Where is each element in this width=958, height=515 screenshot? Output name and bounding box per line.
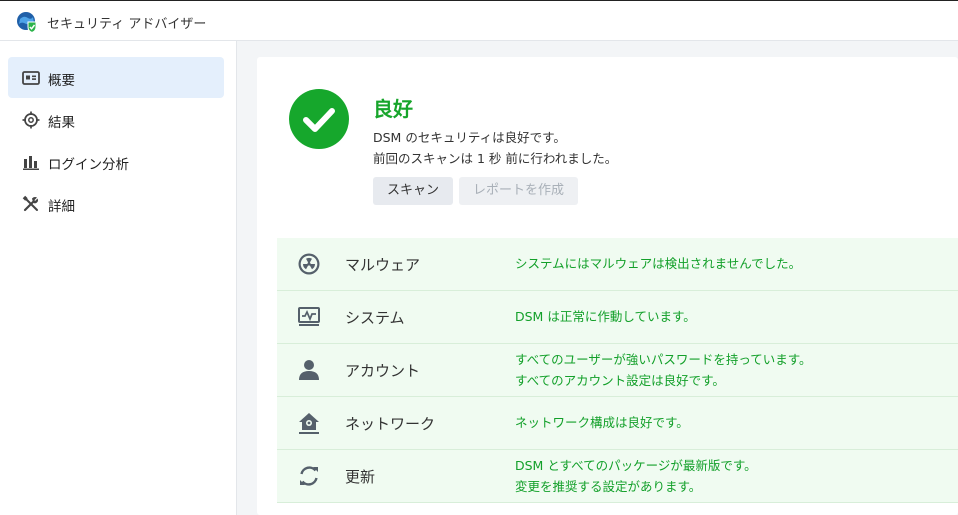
- bar-chart-icon: [23, 156, 39, 170]
- result-message: すべてのユーザーが強いパスワードを持っています。: [515, 352, 812, 367]
- last-scan-time: 前回のスキャンは 1 秒 前に行われました。: [373, 151, 618, 166]
- sidebar-item-label: 概要: [48, 73, 75, 89]
- result-label: マルウェア: [345, 256, 421, 274]
- security-advisor-logo-icon: [17, 12, 37, 33]
- result-message: ネットワーク構成は良好です。: [515, 415, 689, 430]
- status-badge: [289, 89, 349, 149]
- result-message: DSM とすべてのパッケージが最新版です。: [515, 458, 757, 473]
- title-bar: セキュリティ アドバイザー: [0, 0, 958, 41]
- sidebar-item-login-analysis[interactable]: ログイン分析: [8, 141, 224, 182]
- sidebar-item-details[interactable]: 詳細: [8, 183, 224, 224]
- result-row-network[interactable]: ネットワーク ネットワーク構成は良好です。: [277, 397, 958, 450]
- sidebar-item-label: 結果: [48, 115, 75, 131]
- result-row-update[interactable]: 更新 DSM とすべてのパッケージが最新版です。 変更を推奨する設定があります。: [277, 450, 958, 503]
- result-message: すべてのアカウント設定は良好です。: [515, 373, 725, 388]
- sidebar-item-label: 詳細: [48, 199, 75, 215]
- radiation-icon: [298, 253, 320, 275]
- network-home-icon: [299, 413, 319, 434]
- sidebar-item-overview[interactable]: 概要: [8, 57, 224, 98]
- main-content: 良好 DSM のセキュリティは良好です。 前回のスキャンは 1 秒 前に行われま…: [237, 41, 958, 515]
- create-report-button: レポートを作成: [459, 177, 578, 205]
- target-icon: [22, 111, 40, 129]
- results-list: マルウェア システムにはマルウェアは検出されませんでした。 システム DSM は…: [277, 238, 958, 503]
- system-monitor-icon: [298, 307, 320, 326]
- app-title: セキュリティ アドバイザー: [47, 17, 207, 32]
- status-description: DSM のセキュリティは良好です。: [373, 130, 566, 145]
- sidebar-item-label: ログイン分析: [48, 157, 129, 173]
- result-label: アカウント: [345, 362, 421, 380]
- status-title: 良好: [373, 97, 413, 121]
- user-icon: [299, 360, 319, 380]
- overview-icon: [22, 71, 40, 85]
- result-message: システムにはマルウェアは検出されませんでした。: [515, 256, 802, 271]
- refresh-icon: [300, 466, 318, 486]
- sidebar: 概要 結果 ログイン分析 詳細: [0, 41, 237, 515]
- result-message: 変更を推奨する設定があります。: [515, 479, 702, 494]
- checkmark-icon: [303, 108, 335, 132]
- overview-card: 良好 DSM のセキュリティは良好です。 前回のスキャンは 1 秒 前に行われま…: [257, 57, 958, 515]
- result-row-account[interactable]: アカウント すべてのユーザーが強いパスワードを持っています。 すべてのアカウント…: [277, 344, 958, 397]
- sidebar-item-results[interactable]: 結果: [8, 99, 224, 140]
- scan-button[interactable]: スキャン: [373, 177, 453, 205]
- result-row-malware[interactable]: マルウェア システムにはマルウェアは検出されませんでした。: [277, 238, 958, 291]
- result-label: ネットワーク: [345, 415, 436, 433]
- result-label: システム: [345, 309, 405, 327]
- result-label: 更新: [345, 468, 376, 486]
- result-row-system[interactable]: システム DSM は正常に作動しています。: [277, 291, 958, 344]
- tools-icon: [22, 195, 39, 212]
- result-message: DSM は正常に作動しています。: [515, 309, 696, 324]
